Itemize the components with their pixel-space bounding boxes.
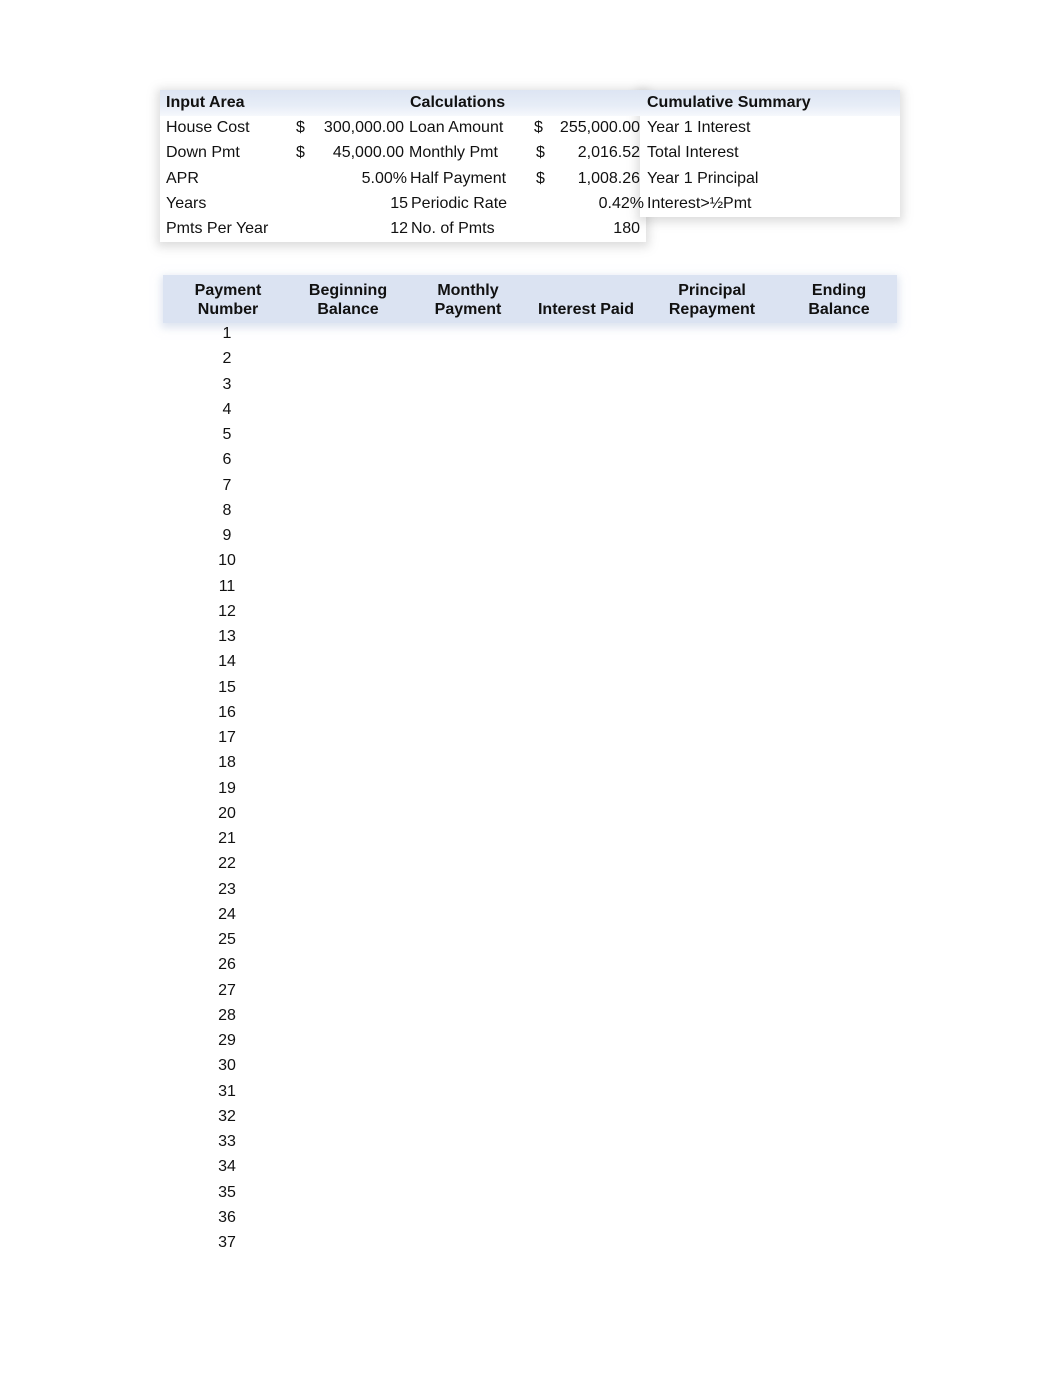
payment-number-cell[interactable]: 13 — [197, 627, 257, 647]
payment-number-cell[interactable]: 23 — [197, 880, 257, 900]
payment-number-cell[interactable]: 29 — [197, 1031, 257, 1051]
summary-label-interest-gt-half-pmt: Interest>½Pmt — [647, 195, 752, 212]
payment-number-cell[interactable]: 5 — [197, 425, 257, 445]
column-header-line: Beginning — [308, 282, 388, 299]
payment-number-cell[interactable]: 22 — [197, 854, 257, 874]
input-value-years[interactable]: 15 — [300, 194, 408, 214]
payment-number-cell[interactable]: 37 — [197, 1233, 257, 1253]
column-header-principal-repayment: Principal Repayment — [652, 281, 772, 319]
payment-number-cell[interactable]: 1 — [197, 324, 257, 344]
payment-number-cell[interactable]: 4 — [197, 400, 257, 420]
input-label-house-cost: House Cost — [166, 119, 250, 136]
payment-number-cell[interactable]: 21 — [197, 829, 257, 849]
payment-number-cell[interactable]: 31 — [197, 1082, 257, 1102]
cumulative-summary-title: Cumulative Summary — [647, 94, 811, 111]
payment-number-cell[interactable]: 12 — [197, 602, 257, 622]
column-header-line: Payment — [194, 282, 262, 299]
payment-number-cell[interactable]: 8 — [197, 501, 257, 521]
payment-number-cell[interactable]: 25 — [197, 930, 257, 950]
payment-number-cell[interactable]: 28 — [197, 1006, 257, 1026]
column-header-line: Payment — [434, 301, 502, 318]
payment-number-cell[interactable]: 26 — [197, 955, 257, 975]
calc-value-monthly-pmt: 2,016.52 — [577, 144, 640, 161]
payment-number-cell[interactable]: 16 — [197, 703, 257, 723]
calc-label-monthly-pmt: Monthly Pmt — [409, 144, 498, 161]
payment-number-cell[interactable]: 6 — [197, 450, 257, 470]
calc-value-periodic-rate: 0.42% — [598, 195, 644, 212]
payment-number-cell[interactable]: 32 — [197, 1107, 257, 1127]
payment-number-cell[interactable]: 7 — [197, 476, 257, 496]
payment-number-cell[interactable]: 19 — [197, 779, 257, 799]
payment-number-cell[interactable]: 27 — [197, 981, 257, 1001]
column-header-line: Monthly — [437, 282, 499, 299]
column-header-beginning-balance: Beginning Balance — [298, 281, 398, 319]
column-header-line: Balance — [808, 301, 870, 318]
payment-number-cell[interactable]: 24 — [197, 905, 257, 925]
input-label-years: Years — [166, 195, 207, 212]
column-header-line: Principal — [678, 282, 746, 299]
summary-label-year1-interest: Year 1 Interest — [647, 119, 751, 136]
column-header-monthly-payment: Monthly Payment — [418, 281, 518, 319]
calculations-title: Calculations — [410, 94, 506, 111]
column-header-line — [526, 281, 646, 300]
input-value-apr[interactable]: 5.00% — [300, 169, 407, 189]
column-header-line: Repayment — [668, 301, 756, 318]
input-value-pmts-per-year[interactable]: 12 — [300, 219, 408, 239]
calc-value-half-payment: 1,008.26 — [577, 170, 640, 187]
payment-number-cell[interactable]: 33 — [197, 1132, 257, 1152]
payment-number-cell[interactable]: 3 — [197, 375, 257, 395]
payment-number-cell[interactable]: 34 — [197, 1157, 257, 1177]
calc-label-no-of-pmts: No. of Pmts — [411, 220, 495, 237]
payment-number-cell[interactable]: 35 — [197, 1183, 257, 1203]
calc-label-half-payment: Half Payment — [410, 170, 507, 187]
payment-number-cell[interactable]: 30 — [197, 1056, 257, 1076]
payment-number-cell[interactable]: 17 — [197, 728, 257, 748]
summary-label-total-interest: Total Interest — [647, 144, 739, 161]
payment-number-cell[interactable]: 15 — [197, 678, 257, 698]
column-header-interest-paid: Interest Paid — [526, 281, 646, 319]
payment-number-cell[interactable]: 36 — [197, 1208, 257, 1228]
payment-number-cell[interactable]: 9 — [197, 526, 257, 546]
column-header-line: Number — [197, 301, 259, 318]
column-header-line: Ending — [811, 282, 867, 299]
input-label-pmts-per-year: Pmts Per Year — [166, 220, 269, 237]
payment-number-cell[interactable]: 11 — [197, 577, 257, 597]
payment-number-cell[interactable]: 14 — [197, 652, 257, 672]
input-label-down-pmt: Down Pmt — [166, 144, 240, 161]
input-value-down-pmt[interactable]: 45,000.00 — [300, 143, 404, 163]
input-area-title: Input Area — [166, 94, 245, 111]
payment-number-cell[interactable]: 20 — [197, 804, 257, 824]
input-value-house-cost[interactable]: 300,000.00 — [300, 118, 404, 138]
column-header-ending-balance: Ending Balance — [789, 281, 889, 319]
calc-value-loan-amount: 255,000.00 — [559, 119, 640, 136]
column-header-line: Balance — [317, 301, 379, 318]
column-header-payment-number: Payment Number — [178, 281, 278, 319]
calc-label-loan-amount: Loan Amount — [409, 119, 504, 136]
calc-value-no-of-pmts: 180 — [613, 220, 640, 237]
column-header-line: Interest Paid — [537, 301, 635, 318]
payment-number-cell[interactable]: 18 — [197, 753, 257, 773]
input-label-apr: APR — [166, 170, 199, 187]
payment-number-cell[interactable]: 10 — [197, 551, 257, 571]
payment-number-cell[interactable]: 2 — [197, 349, 257, 369]
summary-label-year1-principal: Year 1 Principal — [647, 170, 759, 187]
calc-label-periodic-rate: Periodic Rate — [411, 195, 508, 212]
